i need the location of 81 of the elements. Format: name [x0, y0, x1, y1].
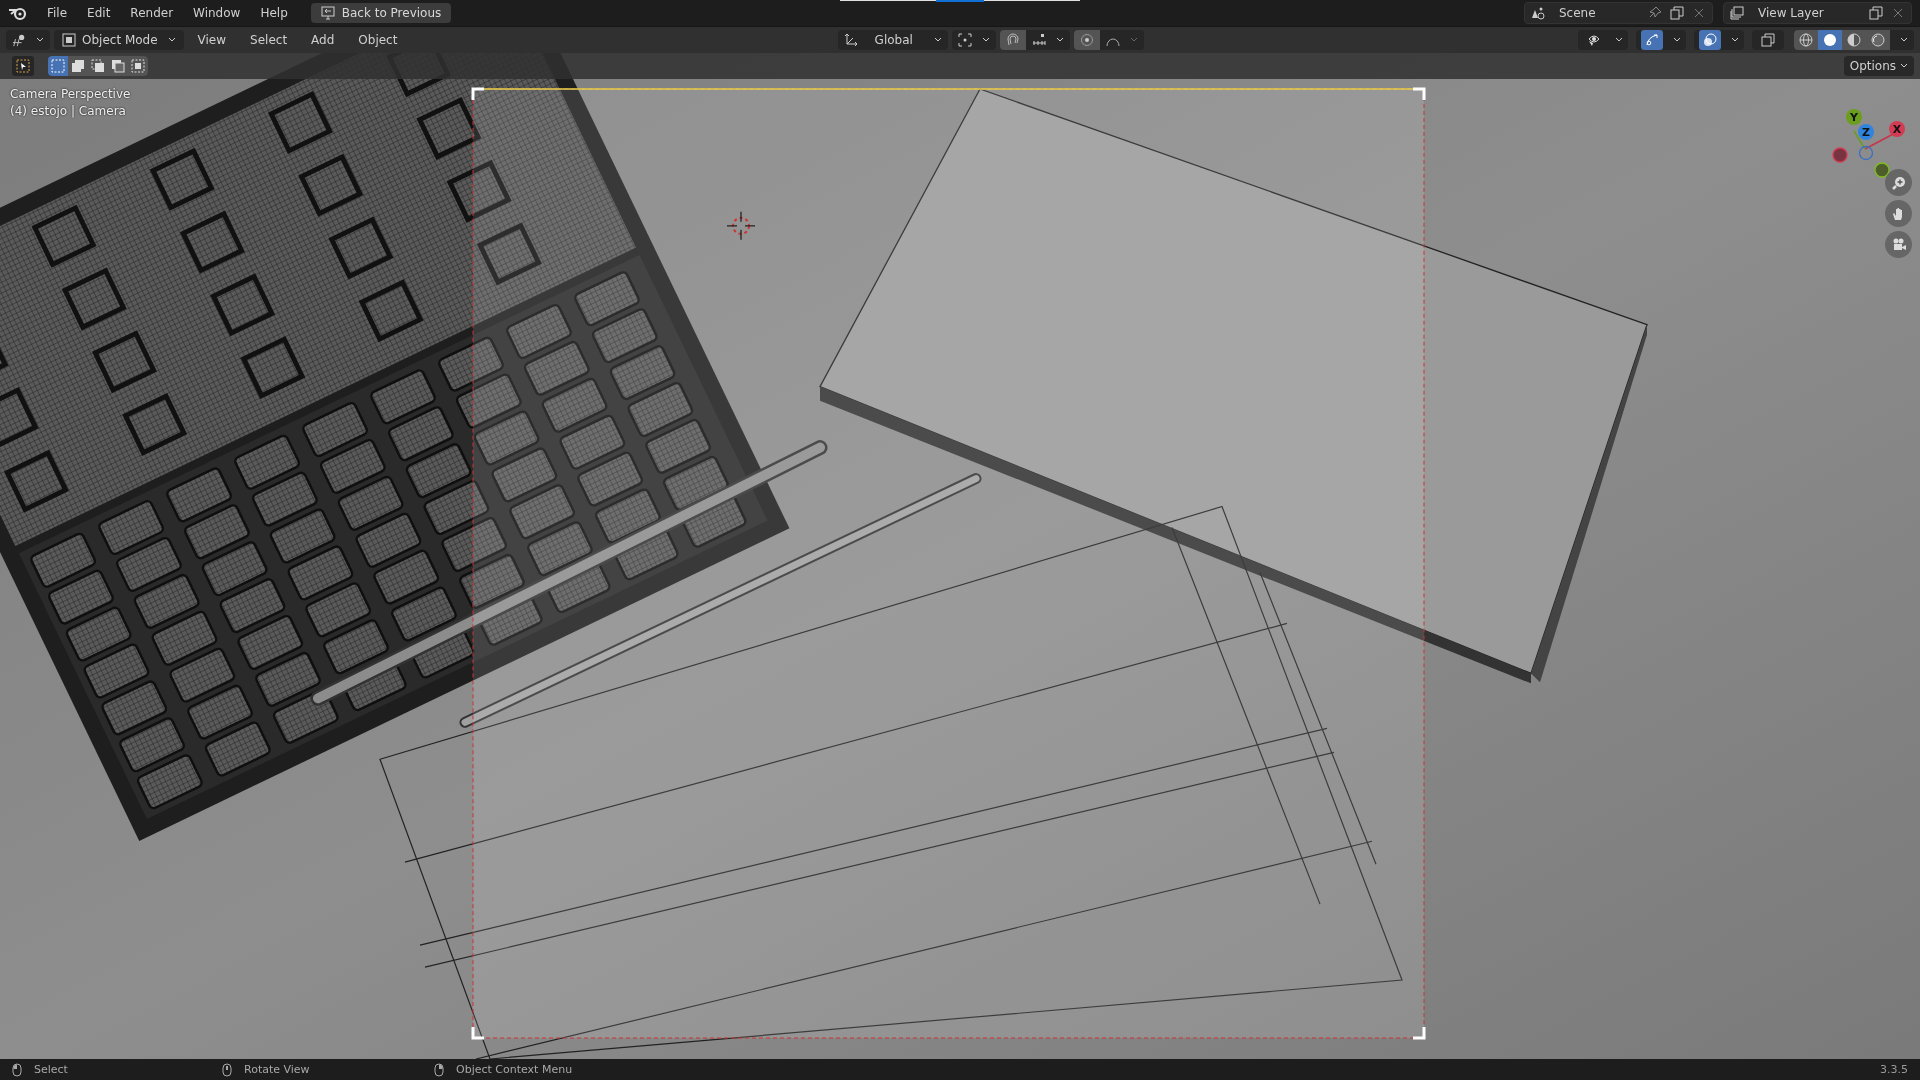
- menu-item[interactable]: File: [38, 3, 77, 23]
- caret-icon: [167, 37, 176, 43]
- duplicate-icon[interactable]: [1869, 6, 1883, 20]
- caret-icon: [1900, 37, 1908, 43]
- snap-toggle[interactable]: [999, 30, 1026, 50]
- caret-icon: [1055, 37, 1064, 43]
- app-logo-icon[interactable]: [8, 5, 28, 21]
- solid-sphere-icon: [1823, 33, 1837, 47]
- close-icon[interactable]: [1891, 6, 1905, 20]
- menu-item[interactable]: View: [187, 33, 237, 47]
- wireframe-shading-button[interactable]: [1794, 30, 1818, 50]
- options-dropdown[interactable]: Options: [1843, 56, 1914, 76]
- duplicate-icon[interactable]: [1670, 6, 1684, 20]
- material-shading-button[interactable]: [1842, 30, 1866, 50]
- pin-icon[interactable]: [1648, 6, 1662, 20]
- pivot-point-dropdown[interactable]: [951, 30, 996, 50]
- magnet-icon: [1005, 33, 1020, 47]
- caret-icon: [933, 37, 942, 43]
- back-to-previous-button[interactable]: Back to Previous: [310, 3, 452, 23]
- selection-mode-button[interactable]: [48, 56, 68, 76]
- menu-item[interactable]: Add: [301, 33, 345, 47]
- menu-item[interactable]: Help: [251, 3, 297, 23]
- transform-orientation-dropdown[interactable]: Global: [837, 30, 948, 50]
- status-hint: Rotate View: [244, 1063, 310, 1076]
- ruler-icon: [1031, 33, 1046, 47]
- mouse-icon: [222, 1062, 232, 1077]
- caret-icon: [36, 37, 44, 43]
- selection-mode-icon: [51, 59, 65, 73]
- grid-sphere-icon: [12, 33, 26, 47]
- selection-mode-icon: [131, 59, 145, 73]
- object-mode-dropdown[interactable]: Object Mode: [54, 30, 184, 50]
- mouse-icon: [434, 1062, 444, 1077]
- selection-mode-button[interactable]: [128, 56, 148, 76]
- selection-mode-icon: [111, 59, 125, 73]
- square-icon: [62, 33, 76, 47]
- overlay-toggle[interactable]: [1694, 30, 1744, 50]
- menu-item[interactable]: Edit: [78, 3, 120, 23]
- menu-item[interactable]: Object: [348, 33, 408, 47]
- scene-icon[interactable]: [1531, 6, 1545, 20]
- wire-sphere-icon: [1799, 33, 1813, 47]
- editor-type-button[interactable]: [6, 30, 50, 50]
- selection-mode-icon: [71, 59, 85, 73]
- gizmo-icon: [1645, 33, 1659, 47]
- caret-icon: [1615, 37, 1623, 43]
- shiny-sphere-icon: [1871, 33, 1885, 47]
- menu-item[interactable]: Render: [121, 3, 183, 23]
- caret-icon: [981, 37, 990, 43]
- version-label: 3.3.5: [1880, 1063, 1908, 1076]
- bracket-dot-icon: [957, 33, 972, 47]
- menu-item[interactable]: Window: [184, 3, 250, 23]
- object-info-label: (4) estojo | Camera: [10, 104, 127, 118]
- view-name-label: Camera Perspective: [10, 87, 131, 101]
- proportional-editing-toggle[interactable]: [1073, 30, 1100, 50]
- rendered-shading-button[interactable]: [1866, 30, 1890, 50]
- select-tool-button[interactable]: [12, 56, 34, 76]
- menu-item[interactable]: Select: [240, 33, 298, 47]
- selection-mode-button[interactable]: [108, 56, 128, 76]
- caret-icon: [1731, 37, 1739, 43]
- xray-icon: [1761, 33, 1775, 47]
- target-icon: [1079, 33, 1094, 47]
- status-hint: Object Context Menu: [456, 1063, 573, 1076]
- magnifier-plus-icon: [1890, 174, 1907, 191]
- eye-icon: [1587, 33, 1601, 47]
- caret-icon: [1673, 37, 1681, 43]
- xray-toggle[interactable]: [1752, 30, 1784, 50]
- layers-icon[interactable]: [1730, 6, 1744, 20]
- visibility-toggle[interactable]: [1578, 30, 1628, 50]
- mouse-icon: [12, 1062, 22, 1077]
- half-sphere-icon: [1847, 33, 1861, 47]
- status-hint: Select: [34, 1063, 68, 1076]
- selection-mode-icon: [91, 59, 105, 73]
- solid-shading-button[interactable]: [1818, 30, 1842, 50]
- gizmo-toggle[interactable]: [1636, 30, 1686, 50]
- selection-mode-button[interactable]: [68, 56, 88, 76]
- axes-icon: [843, 33, 858, 47]
- cursor-icon: [16, 59, 30, 73]
- close-icon[interactable]: [1692, 6, 1706, 20]
- caret-icon: [1129, 37, 1138, 43]
- overlay-icon: [1703, 33, 1717, 47]
- 3d-cursor-icon[interactable]: [726, 211, 756, 241]
- caret-icon: [1900, 63, 1908, 69]
